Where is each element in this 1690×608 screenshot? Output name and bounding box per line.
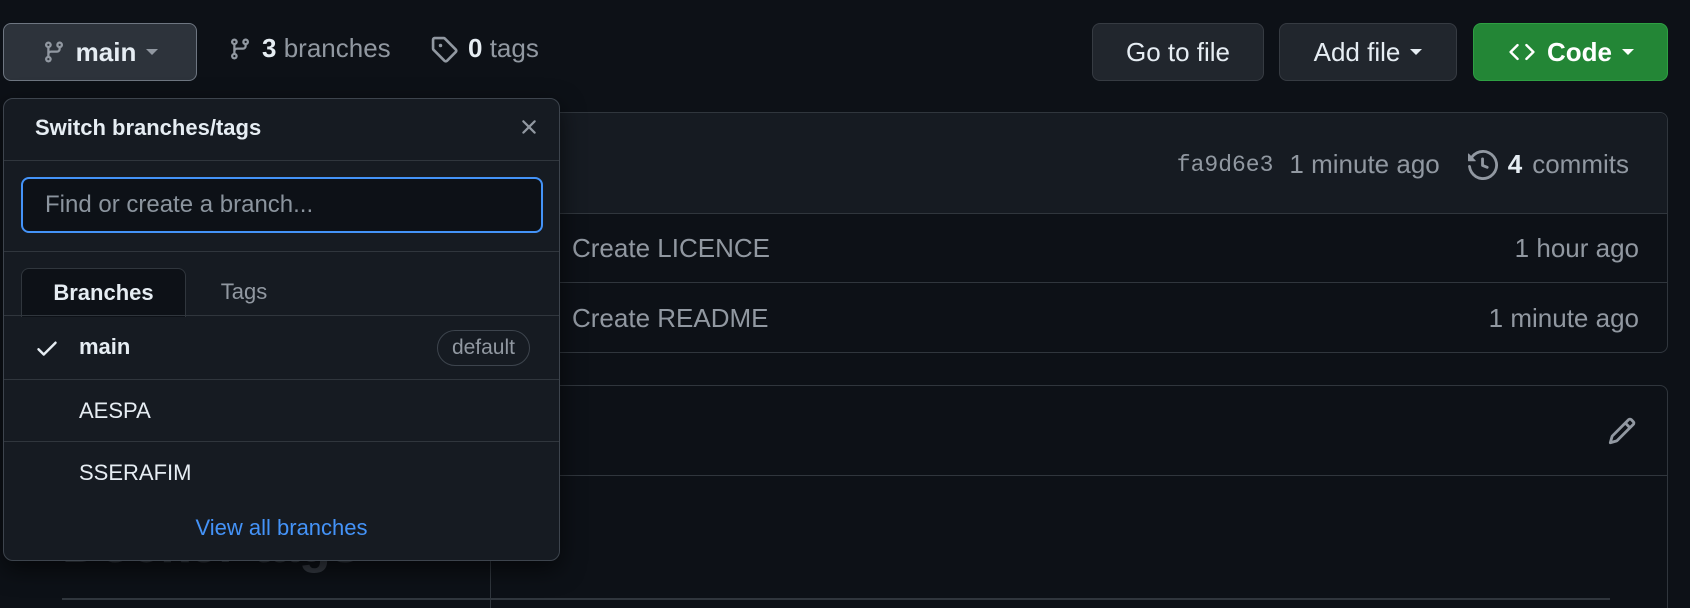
add-file-label: Add file	[1313, 36, 1401, 67]
branch-switch-dropdown: Switch branches/tags Branches Tags main …	[3, 98, 560, 561]
check-icon	[34, 335, 60, 367]
commits-count: 4	[1507, 149, 1523, 179]
latest-commit-bar: fa9d6e3 1 minute ago 4 commits	[491, 113, 1667, 214]
branch-name: SSERAFIM	[79, 460, 192, 485]
commit-sha[interactable]: fa9d6e3	[1177, 152, 1274, 178]
tags-link[interactable]: 0 tags	[430, 33, 539, 64]
tags-label: tags	[489, 33, 539, 63]
readme-header	[491, 386, 1667, 476]
commit-age: 1 minute ago	[1488, 303, 1639, 333]
file-row[interactable]: Create LICENCE 1 hour ago	[491, 214, 1667, 283]
close-icon[interactable]	[517, 115, 541, 144]
tag-icon	[430, 35, 458, 63]
file-list: fa9d6e3 1 minute ago 4 commits Create LI…	[490, 112, 1668, 353]
go-to-file-button[interactable]: Go to file	[1092, 23, 1264, 81]
branch-name: main	[79, 334, 131, 359]
add-file-button[interactable]: Add file	[1279, 23, 1457, 81]
code-label: Code	[1547, 36, 1612, 67]
go-to-file-label: Go to file	[1125, 36, 1231, 67]
code-button[interactable]: Code	[1473, 23, 1668, 81]
branches-count: 3	[262, 33, 277, 63]
branches-label: branches	[283, 33, 391, 63]
commit-age: 1 hour ago	[1514, 232, 1639, 263]
code-icon	[1507, 39, 1537, 65]
chevron-down-icon	[1410, 49, 1423, 55]
branches-link[interactable]: 3 branches	[228, 33, 391, 64]
commit-message[interactable]: Create LICENCE	[572, 233, 770, 264]
divider	[62, 598, 1610, 600]
branch-item-aespa[interactable]: AESPA	[4, 380, 559, 442]
readme-panel	[490, 385, 1668, 608]
divider	[4, 160, 559, 161]
tab-tags[interactable]: Tags	[194, 268, 294, 316]
default-badge: default	[436, 330, 530, 366]
chevron-down-icon	[1622, 49, 1634, 55]
file-row[interactable]: Create README 1 minute ago	[491, 284, 1667, 353]
pencil-icon[interactable]	[1607, 416, 1637, 451]
tab-branches[interactable]: Branches	[21, 268, 186, 317]
commits-label: commits	[1532, 149, 1629, 179]
branch-item-sserafim[interactable]: SSERAFIM	[4, 442, 559, 504]
git-branch-icon	[228, 36, 252, 62]
branch-select-label: main	[75, 36, 137, 67]
branch-name: AESPA	[79, 397, 151, 423]
divider	[4, 251, 559, 252]
commit-time: 1 minute ago	[1289, 149, 1440, 179]
view-all-branches-link[interactable]: View all branches	[4, 515, 559, 541]
git-branch-icon	[42, 39, 66, 65]
branch-select-button[interactable]: main	[3, 23, 197, 81]
branch-item-main[interactable]: main default	[4, 315, 559, 380]
chevron-down-icon	[146, 49, 159, 55]
commits-link[interactable]: 4 commits	[1467, 149, 1629, 180]
branch-search-input[interactable]	[21, 177, 543, 233]
commit-message[interactable]: Create README	[572, 303, 769, 334]
dropdown-title: Switch branches/tags	[35, 115, 262, 140]
history-icon	[1467, 149, 1498, 180]
tags-count: 0	[468, 33, 483, 63]
